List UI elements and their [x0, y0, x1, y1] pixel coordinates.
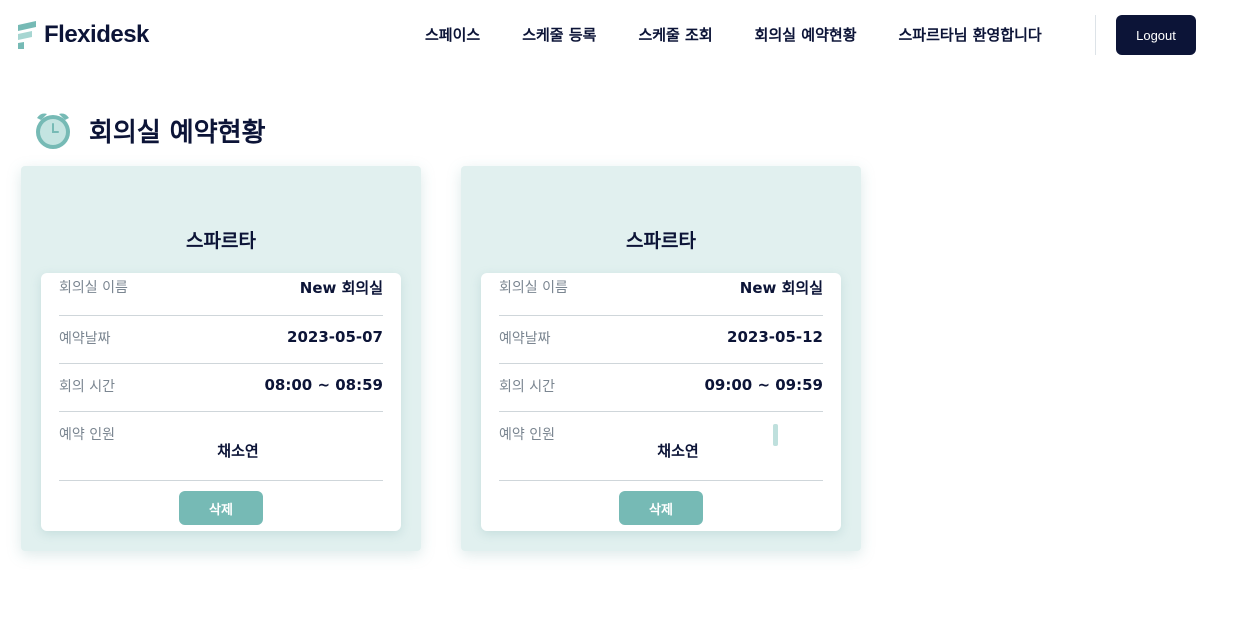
delete-button[interactable]: 삭제	[179, 491, 263, 525]
logo-text: Flexidesk	[44, 21, 149, 48]
reservation-details: 회의실 이름 New 회의실 예약날짜 2023-05-12 회의 시간 09:…	[481, 273, 841, 531]
room-name-label: 회의실 이름	[499, 280, 568, 296]
page-title: 회의실 예약현황	[89, 117, 266, 148]
attendees-row: 예약 인원 채소연	[59, 412, 383, 481]
date-label: 예약날짜	[59, 331, 111, 347]
nav-space[interactable]: 스페이스	[425, 24, 480, 46]
header-divider	[1095, 15, 1096, 55]
nav-schedule-register[interactable]: 스케줄 등록	[522, 24, 596, 46]
time-value: 09:00 ~ 09:59	[704, 376, 823, 394]
date-value: 2023-05-12	[727, 328, 823, 346]
attendee-name: 채소연	[217, 442, 259, 460]
logo[interactable]: Flexidesk	[16, 20, 149, 50]
attendees-label: 예약 인원	[59, 427, 115, 443]
time-label: 회의 시간	[499, 379, 555, 395]
attendees-label: 예약 인원	[499, 427, 555, 443]
date-label: 예약날짜	[499, 331, 551, 347]
delete-button[interactable]: 삭제	[619, 491, 703, 525]
time-row: 회의 시간 09:00 ~ 09:59	[499, 364, 823, 412]
room-name-value: New 회의실	[299, 279, 383, 297]
header: Flexidesk 스페이스 스케줄 등록 스케줄 조회 회의실 예약현황 스파…	[0, 0, 1259, 70]
attendees-row: 예약 인원 채소연	[499, 412, 823, 481]
logout-button[interactable]: Logout	[1116, 15, 1196, 55]
attendee-scrollbar[interactable]	[773, 424, 778, 446]
time-row: 회의 시간 08:00 ~ 08:59	[59, 364, 383, 412]
page-title-row: 회의실 예약현황	[33, 110, 266, 150]
reservation-title: 스파르타	[626, 230, 696, 252]
time-label: 회의 시간	[59, 379, 115, 395]
date-row: 예약날짜 2023-05-12	[499, 316, 823, 364]
date-row: 예약날짜 2023-05-07	[59, 316, 383, 364]
nav-schedule-view[interactable]: 스케줄 조회	[638, 24, 712, 46]
reservation-title: 스파르타	[186, 230, 256, 252]
reservation-details: 회의실 이름 New 회의실 예약날짜 2023-05-07 회의 시간 08:…	[41, 273, 401, 531]
room-name-row: 회의실 이름 New 회의실	[59, 273, 383, 316]
date-value: 2023-05-07	[287, 328, 383, 346]
flexidesk-logo-icon	[16, 21, 38, 49]
room-name-row: 회의실 이름 New 회의실	[499, 273, 823, 316]
time-value: 08:00 ~ 08:59	[264, 376, 383, 394]
reservation-card: 스파르타 회의실 이름 New 회의실 예약날짜 2023-05-12 회의 시…	[461, 166, 861, 551]
alarm-clock-icon	[33, 110, 73, 150]
nav-meeting-room-status[interactable]: 회의실 예약현황	[755, 24, 857, 46]
nav-user-greeting[interactable]: 스파르타님 환영합니다	[899, 24, 1042, 46]
room-name-value: New 회의실	[739, 279, 823, 297]
attendee-name: 채소연	[657, 442, 699, 460]
reservation-card: 스파르타 회의실 이름 New 회의실 예약날짜 2023-05-07 회의 시…	[21, 166, 421, 551]
main-nav: 스페이스 스케줄 등록 스케줄 조회 회의실 예약현황 스파르타님 환영합니다	[404, 24, 1063, 46]
room-name-label: 회의실 이름	[59, 280, 128, 296]
